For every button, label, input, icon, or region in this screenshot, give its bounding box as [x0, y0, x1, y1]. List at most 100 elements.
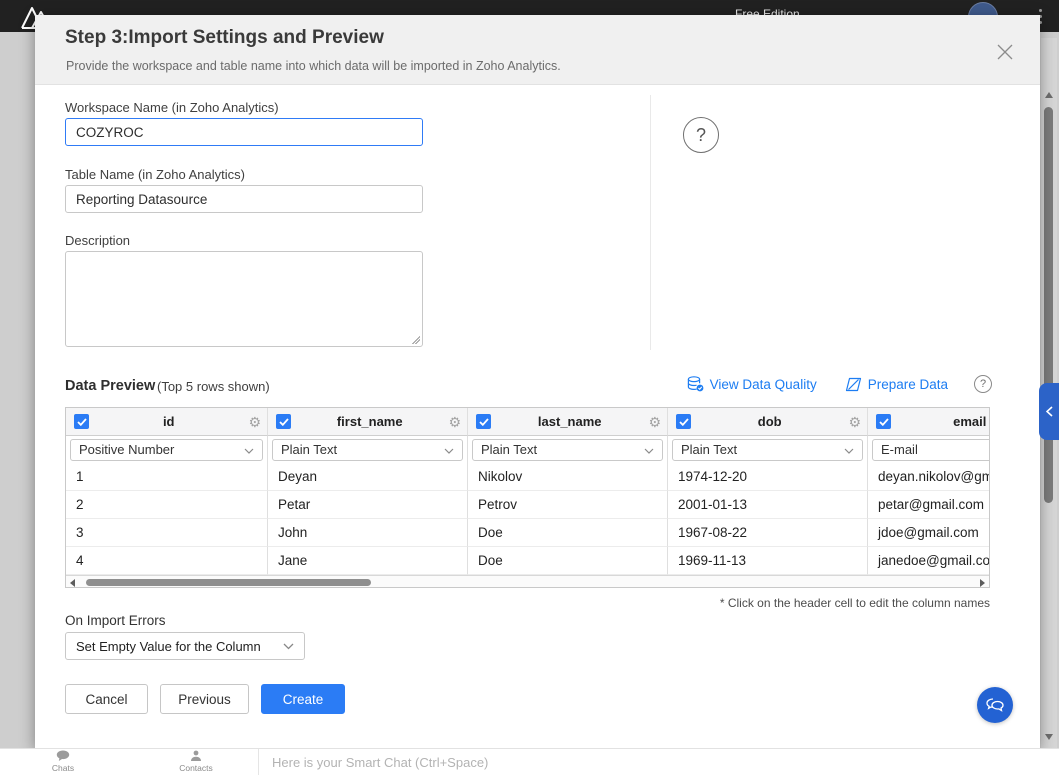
- prepare-data-link[interactable]: Prepare Data: [845, 377, 948, 392]
- table-cell: 4: [66, 547, 268, 575]
- data-preview-subtitle: (Top 5 rows shown): [157, 379, 270, 394]
- column-header-dob[interactable]: dob⚙: [668, 408, 868, 436]
- header-edit-note: * Click on the header cell to edit the c…: [720, 596, 990, 610]
- column-type-select[interactable]: Plain Text: [672, 439, 863, 461]
- page-scrollbar-thumb[interactable]: [1044, 107, 1053, 503]
- column-type-select[interactable]: E-mail: [872, 439, 990, 461]
- column-name[interactable]: dob: [691, 414, 848, 429]
- table-cell: Doe: [468, 519, 668, 547]
- table-cell: petar@gmail.com: [868, 491, 990, 519]
- table-cell: deyan.nikolov@gma: [868, 463, 990, 491]
- workspace-name-input[interactable]: COZYROC: [65, 118, 423, 146]
- column-checkbox[interactable]: [676, 414, 691, 429]
- column-type-value: Positive Number: [79, 442, 244, 457]
- chevron-down-icon: [644, 442, 654, 457]
- table-cell: 1967-08-22: [668, 519, 868, 547]
- table-cell: John: [268, 519, 468, 547]
- table-cell: 1969-11-13: [668, 547, 868, 575]
- table-cell: Petar: [268, 491, 468, 519]
- type-cell: E-mail: [868, 436, 990, 463]
- chat-bubbles-icon: [985, 697, 1005, 714]
- workspace-name-label: Workspace Name (in Zoho Analytics): [65, 100, 279, 115]
- help-icon[interactable]: ?: [683, 117, 719, 153]
- table-row: 4JaneDoe1969-11-13janedoe@gmail.com: [66, 547, 989, 575]
- column-type-select[interactable]: Positive Number: [70, 439, 263, 461]
- previous-button[interactable]: Previous: [160, 684, 249, 714]
- description-textarea[interactable]: [65, 251, 423, 347]
- close-icon[interactable]: [996, 43, 1014, 61]
- horizontal-scrollbar-thumb[interactable]: [86, 579, 371, 586]
- column-checkbox[interactable]: [276, 414, 291, 429]
- resize-grip-icon[interactable]: [411, 335, 420, 344]
- column-checkbox[interactable]: [74, 414, 89, 429]
- view-data-quality-link[interactable]: View Data Quality: [687, 376, 817, 392]
- chats-button[interactable]: Chats: [33, 750, 93, 773]
- chat-bubble-icon: [56, 750, 70, 762]
- scroll-down-icon[interactable]: [1045, 734, 1053, 740]
- collapse-panel-tab[interactable]: [1039, 383, 1059, 440]
- gear-icon[interactable]: ⚙: [648, 415, 661, 429]
- column-header-id[interactable]: id⚙: [66, 408, 268, 436]
- scroll-right-icon[interactable]: [980, 579, 985, 587]
- contacts-button[interactable]: Contacts: [166, 750, 226, 773]
- gear-icon[interactable]: ⚙: [448, 415, 461, 429]
- bottom-bar: Chats Contacts Here is your Smart Chat (…: [0, 748, 1059, 775]
- chevron-down-icon: [444, 442, 454, 457]
- table-row: 3JohnDoe1967-08-22jdoe@gmail.com: [66, 519, 989, 547]
- gear-icon[interactable]: ⚙: [848, 415, 861, 429]
- type-cell: Plain Text: [268, 436, 468, 463]
- column-header-last_name[interactable]: last_name⚙: [468, 408, 668, 436]
- person-icon: [190, 750, 202, 762]
- type-cell: Plain Text: [668, 436, 868, 463]
- scroll-up-icon[interactable]: [1045, 92, 1053, 98]
- preview-table: id⚙first_name⚙last_name⚙dob⚙email⚙ Posit…: [65, 407, 990, 588]
- column-header-email[interactable]: email⚙: [868, 408, 990, 436]
- form-divider: [650, 95, 651, 350]
- column-type-select[interactable]: Plain Text: [272, 439, 463, 461]
- column-type-value: Plain Text: [481, 442, 644, 457]
- type-cell: Plain Text: [468, 436, 668, 463]
- on-import-errors-select[interactable]: Set Empty Value for the Column: [65, 632, 305, 660]
- table-cell: jdoe@gmail.com: [868, 519, 990, 547]
- create-button[interactable]: Create: [261, 684, 345, 714]
- chat-fab-button[interactable]: [977, 687, 1013, 723]
- table-header-row: id⚙first_name⚙last_name⚙dob⚙email⚙: [66, 408, 989, 436]
- footer-divider: [258, 749, 259, 775]
- table-body: 1DeyanNikolov1974-12-20deyan.nikolov@gma…: [66, 463, 989, 575]
- column-name[interactable]: first_name: [291, 414, 448, 429]
- scroll-left-icon[interactable]: [70, 579, 75, 587]
- horizontal-scrollbar: [66, 575, 989, 588]
- preview-actions: View Data Quality Prepare Data ?: [687, 375, 992, 393]
- smart-chat-input[interactable]: Here is your Smart Chat (Ctrl+Space): [272, 749, 488, 775]
- column-type-select[interactable]: Plain Text: [472, 439, 663, 461]
- view-data-quality-label: View Data Quality: [710, 377, 817, 392]
- gear-icon[interactable]: ⚙: [248, 415, 261, 429]
- column-type-value: E-mail: [881, 442, 990, 457]
- table-name-label: Table Name (in Zoho Analytics): [65, 167, 245, 182]
- table-cell: 3: [66, 519, 268, 547]
- column-type-value: Plain Text: [681, 442, 844, 457]
- table-name-input[interactable]: Reporting Datasource: [65, 185, 423, 213]
- import-settings-dialog: Step 3:Import Settings and Preview Provi…: [35, 15, 1040, 748]
- dialog-buttons: Cancel Previous Create: [65, 684, 345, 714]
- table-cell: 1974-12-20: [668, 463, 868, 491]
- column-checkbox[interactable]: [876, 414, 891, 429]
- prepare-data-icon: [845, 377, 862, 392]
- on-import-errors-label: On Import Errors: [65, 613, 166, 628]
- column-name[interactable]: id: [89, 414, 248, 429]
- column-name[interactable]: last_name: [491, 414, 648, 429]
- table-cell: janedoe@gmail.com: [868, 547, 990, 575]
- chevron-down-icon: [244, 442, 254, 457]
- column-header-first_name[interactable]: first_name⚙: [268, 408, 468, 436]
- preview-help-icon[interactable]: ?: [974, 375, 992, 393]
- data-preview-title: Data Preview: [65, 378, 155, 394]
- cancel-button[interactable]: Cancel: [65, 684, 148, 714]
- contacts-label: Contacts: [179, 763, 213, 773]
- table-cell: 1: [66, 463, 268, 491]
- column-name[interactable]: email: [891, 414, 990, 429]
- database-quality-icon: [687, 376, 704, 392]
- chevron-down-icon: [283, 643, 294, 650]
- table-row: 1DeyanNikolov1974-12-20deyan.nikolov@gma: [66, 463, 989, 491]
- chats-label: Chats: [52, 763, 74, 773]
- column-checkbox[interactable]: [476, 414, 491, 429]
